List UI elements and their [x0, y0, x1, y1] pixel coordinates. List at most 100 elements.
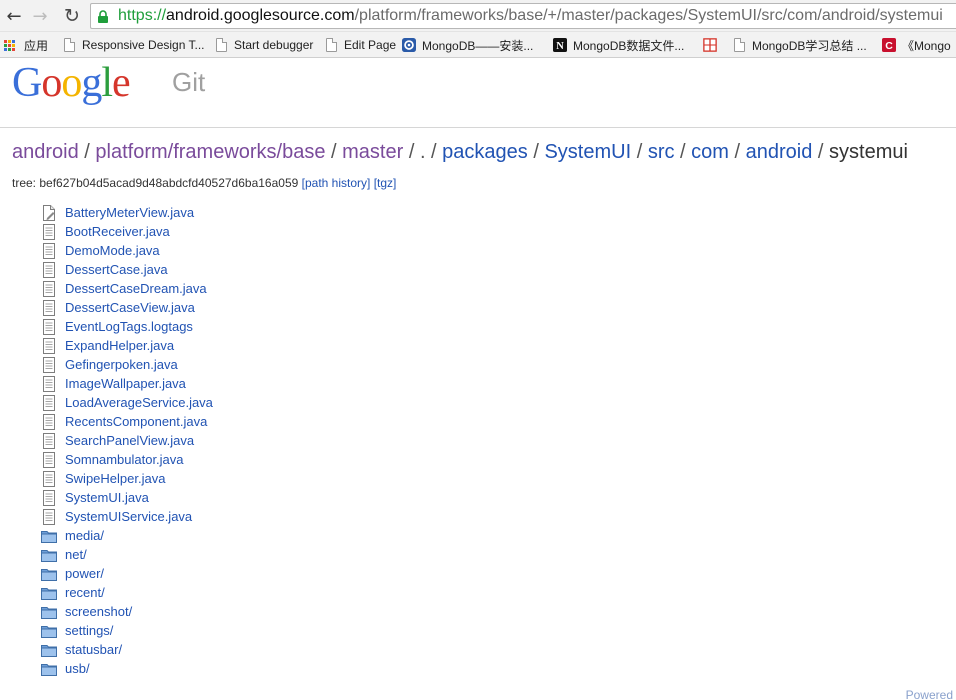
powered-by-text: Powered	[905, 688, 953, 700]
folder-icon	[41, 530, 57, 543]
file-row: EventLogTags.logtags	[41, 317, 213, 336]
file-link[interactable]: DemoMode.java	[65, 243, 160, 258]
bookmark-item[interactable]: Responsive Design T...	[62, 36, 205, 54]
breadcrumb-link[interactable]: android	[746, 141, 813, 163]
folder-icon	[41, 568, 57, 581]
file-row: SwipeHelper.java	[41, 469, 213, 488]
file-link[interactable]: BatteryMeterView.java	[65, 205, 194, 220]
bookmark-item[interactable]: 应用	[0, 36, 48, 54]
address-url: https://android.googlesource.com/platfor…	[118, 7, 943, 24]
file-icon	[43, 280, 55, 297]
folder-icon	[41, 663, 57, 676]
breadcrumb-separator: /	[325, 141, 343, 163]
forward-arrow-icon[interactable]: →	[28, 4, 52, 28]
file-link[interactable]: ExpandHelper.java	[65, 338, 174, 353]
google-logo[interactable]: Google	[12, 60, 131, 106]
tgz-link[interactable]: [tgz]	[374, 176, 397, 190]
folder-link[interactable]: settings/	[65, 623, 113, 638]
breadcrumb-link[interactable]: SystemUI	[544, 141, 631, 163]
breadcrumb-separator: /	[403, 141, 420, 163]
bookmark-item[interactable]: N MongoDB数据文件...	[553, 36, 684, 54]
folder-link[interactable]: recent/	[65, 585, 105, 600]
bookmark-item[interactable]: Edit Page	[324, 36, 396, 54]
file-link[interactable]: SwipeHelper.java	[65, 471, 165, 486]
file-icon	[43, 242, 55, 259]
file-link[interactable]: LoadAverageService.java	[65, 395, 213, 410]
page-icon	[734, 38, 745, 52]
file-icon	[43, 375, 55, 392]
folder-row: statusbar/	[41, 640, 213, 659]
reload-icon[interactable]: ↻	[60, 4, 84, 28]
folder-row: usb/	[41, 659, 213, 678]
file-link[interactable]: DessertCaseView.java	[65, 300, 195, 315]
path-history-link[interactable]: [path history]	[302, 176, 371, 190]
file-link[interactable]: EventLogTags.logtags	[65, 319, 193, 334]
bookmark-item[interactable]: MongoDB学习总结 ...	[732, 36, 867, 54]
file-link[interactable]: DessertCaseDream.java	[65, 281, 207, 296]
back-arrow-icon[interactable]: ←	[2, 4, 26, 28]
file-row: SystemUI.java	[41, 488, 213, 507]
folder-link[interactable]: power/	[65, 566, 104, 581]
file-icon	[43, 413, 55, 430]
bookmark-label: Responsive Design T...	[82, 38, 205, 52]
file-link[interactable]: SystemUIService.java	[65, 509, 192, 524]
bookmark-item[interactable]: MongoDB——安装...	[402, 36, 533, 54]
file-link[interactable]: ImageWallpaper.java	[65, 376, 186, 391]
folder-link[interactable]: statusbar/	[65, 642, 122, 657]
file-icon	[43, 223, 55, 240]
file-link[interactable]: SystemUI.java	[65, 490, 149, 505]
file-link[interactable]: RecentsComponent.java	[65, 414, 207, 429]
file-row: ImageWallpaper.java	[41, 374, 213, 393]
folder-link[interactable]: screenshot/	[65, 604, 132, 619]
swirl-icon	[402, 38, 416, 52]
folder-link[interactable]: media/	[65, 528, 104, 543]
bookmark-item[interactable]	[703, 36, 723, 54]
file-link[interactable]: Somnambulator.java	[65, 452, 184, 467]
file-row: LoadAverageService.java	[41, 393, 213, 412]
breadcrumb-separator: /	[674, 141, 692, 163]
file-icon	[43, 394, 55, 411]
file-link[interactable]: SearchPanelView.java	[65, 433, 194, 448]
breadcrumb-link[interactable]: android	[12, 141, 79, 163]
file-icon	[43, 432, 55, 449]
folder-row: net/	[41, 545, 213, 564]
file-row: SearchPanelView.java	[41, 431, 213, 450]
file-link[interactable]: BootReceiver.java	[65, 224, 170, 239]
file-row: RecentsComponent.java	[41, 412, 213, 431]
bookmark-label: Start debugger	[234, 38, 314, 52]
logo-letter: o	[41, 60, 62, 106]
address-bar[interactable]: https://android.googlesource.com/platfor…	[90, 3, 956, 29]
file-row: BootReceiver.java	[41, 222, 213, 241]
file-icon	[43, 261, 55, 278]
breadcrumb-link[interactable]: src	[648, 141, 675, 163]
breadcrumb-link[interactable]: com	[691, 141, 729, 163]
breadcrumb-link[interactable]: master	[342, 141, 403, 163]
file-link[interactable]: Gefingerpoken.java	[65, 357, 178, 372]
folder-link[interactable]: usb/	[65, 661, 90, 676]
page-icon	[326, 38, 337, 52]
logo-letter: e	[112, 60, 131, 106]
breadcrumb-separator: /	[812, 141, 830, 163]
file-row: DessertCaseDream.java	[41, 279, 213, 298]
file-icon	[43, 299, 55, 316]
file-link[interactable]: DessertCase.java	[65, 262, 168, 277]
apps-icon	[4, 39, 15, 51]
file-icon	[43, 508, 55, 525]
tree-hash: bef627b04d5acad9d48abdcfd40527d6ba16a059	[39, 176, 299, 190]
product-name: Git	[172, 67, 206, 97]
bookmark-label: MongoDB——安装...	[422, 38, 534, 53]
folder-link[interactable]: net/	[65, 547, 87, 562]
bookmark-item[interactable]: C 《Mongo	[882, 36, 951, 54]
browser-toolbar: ← → ↻ https://android.googlesource.com/p…	[0, 0, 956, 32]
file-row: DessertCaseView.java	[41, 298, 213, 317]
folder-icon	[41, 587, 57, 600]
bookmark-item[interactable]: Start debugger	[214, 36, 313, 54]
notion-n-icon: N	[553, 38, 567, 52]
breadcrumb-link[interactable]: packages	[442, 141, 528, 163]
file-icon	[43, 489, 55, 506]
folder-row: media/	[41, 526, 213, 545]
breadcrumb-link[interactable]: platform/frameworks/base	[95, 141, 325, 163]
folder-row: screenshot/	[41, 602, 213, 621]
red-c-icon: C	[882, 38, 896, 52]
file-icon	[43, 318, 55, 335]
